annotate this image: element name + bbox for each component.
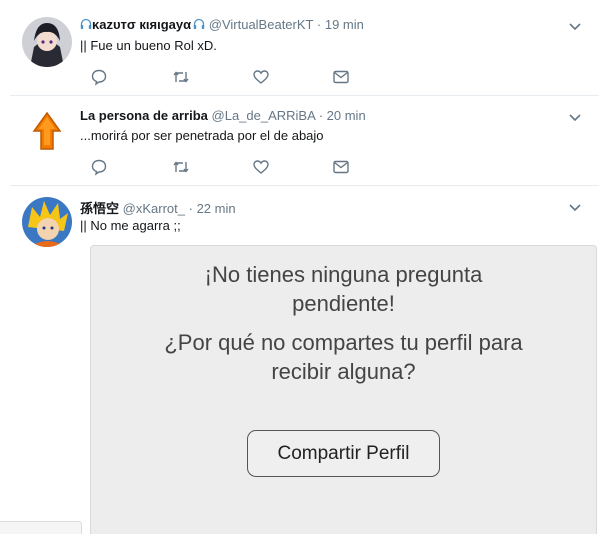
timestamp[interactable]: 22 min [197,201,236,216]
timestamp[interactable]: 19 min [325,17,364,32]
tweet-header: La persona de arriba @La_de_ARRiBA · 20 … [80,108,559,123]
tweet[interactable]: La persona de arriba @La_de_ARRiBA · 20 … [10,95,599,186]
separator-dot: · [188,201,193,216]
headphones-icon [80,18,92,30]
card-subtitle-line: recibir alguna? [271,359,416,384]
heart-icon[interactable] [252,158,270,176]
scroll-container-edge [0,521,82,534]
headphones-icon [193,18,205,30]
display-name[interactable]: 孫悟空 [80,201,119,216]
retweet-icon[interactable] [172,158,190,176]
display-name[interactable]: κazυтσ кιяιgayα [92,17,191,32]
avatar[interactable] [22,197,72,247]
reply-icon[interactable] [90,68,108,86]
card-title-line: pendiente! [292,291,395,316]
chevron-down-icon[interactable] [567,18,583,34]
display-name[interactable]: La persona de arriba [80,108,208,123]
user-handle[interactable]: @VirtualBeaterKT [209,17,314,32]
avatar[interactable] [22,17,72,67]
card-subtitle: ¿Por qué no compartes tu perfil para rec… [91,328,596,386]
card-subtitle-line: ¿Por qué no compartes tu perfil para [164,330,523,355]
envelope-icon[interactable] [332,68,350,86]
user-handle[interactable]: @La_de_ARRiBA [212,108,316,123]
timestamp[interactable]: 20 min [327,108,366,123]
heart-icon[interactable] [252,68,270,86]
tweet-header: 孫悟空 @xKarrot_ · 22 min [80,198,559,217]
user-handle[interactable]: @xKarrot_ [123,201,185,216]
card-title-line: ¡No tienes ninguna pregunta [204,262,483,287]
chevron-down-icon[interactable] [567,109,583,125]
avatar[interactable] [22,107,72,157]
separator-dot: · [318,108,324,123]
tweet-header: κazυтσ кιяιgayα @VirtualBeaterKT · 19 mi… [80,17,559,32]
retweet-icon[interactable] [172,68,190,86]
envelope-icon[interactable] [332,158,350,176]
card-title: ¡No tienes ninguna pregunta pendiente! [91,260,596,318]
reply-icon[interactable] [90,158,108,176]
embedded-card: ¡No tienes ninguna pregunta pendiente! ¿… [90,245,597,534]
tweet[interactable]: κazυтσ кιяιgayα @VirtualBeaterKT · 19 mi… [10,0,599,96]
separator-dot: · [316,17,322,32]
chevron-down-icon[interactable] [567,199,583,215]
share-profile-button[interactable]: Compartir Perfil [247,430,440,477]
tweet-text: || No me agarra ;; [80,218,181,233]
tweet-text: ...morirá por ser penetrada por el de ab… [80,128,324,143]
timeline-feed: κazυтσ кιяιgayα @VirtualBeaterKT · 19 mi… [10,0,599,534]
tweet-text: || Fue un bueno Rol xD. [80,38,217,53]
